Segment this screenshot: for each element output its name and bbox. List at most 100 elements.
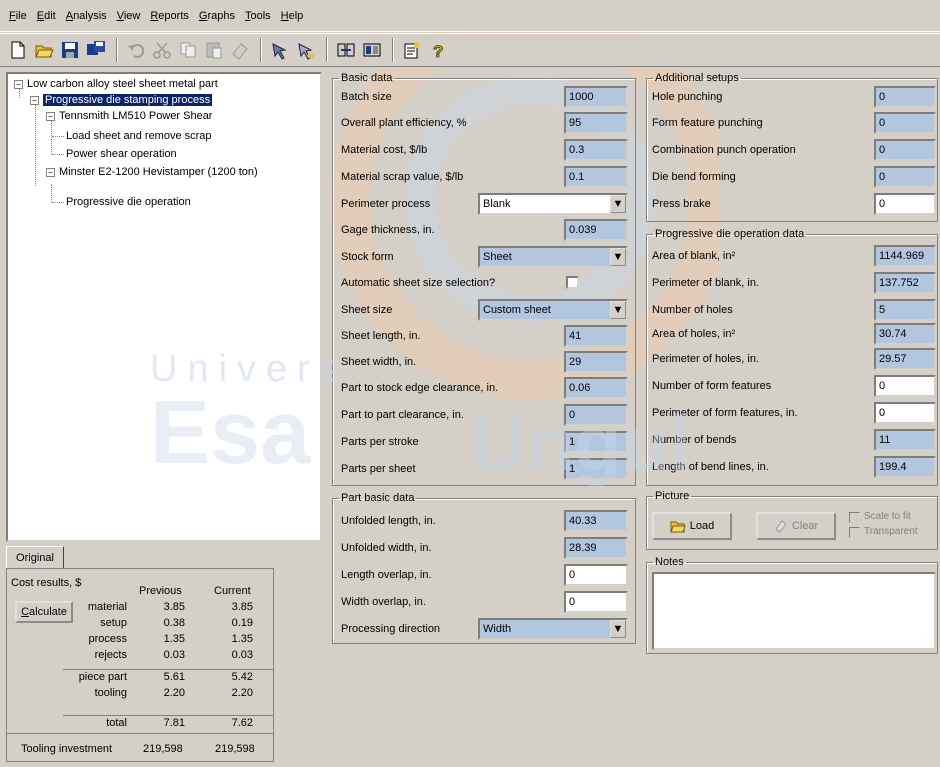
menu-file[interactable]: File [4,10,32,22]
tooling-investment-previous: 219,598 [143,743,183,755]
tree-op-load[interactable]: Load sheet and remove scrap [66,128,212,144]
pointer-tool-icon[interactable] [268,38,292,62]
save-as-icon[interactable] [84,38,108,62]
cost-row-previous: 0.03 [163,649,185,661]
compare-icon[interactable] [334,38,358,62]
area-of-blank-field[interactable]: 1144.969 [874,245,936,267]
calculate-button[interactable]: Calculate [15,601,73,623]
parts-per-sheet-field[interactable]: 1 [564,458,628,480]
width-overlap-field[interactable]: 0 [564,591,628,613]
auto-sheet-label: Automatic sheet size selection? [341,277,496,289]
batch-size-label: Batch size [341,91,392,103]
tree-connector [51,120,52,154]
collapse-icon[interactable]: − [14,79,23,89]
tree-machine-shear[interactable]: − Tennsmith LM510 Power Shear [46,108,212,124]
length-overlap-field[interactable]: 0 [564,564,628,586]
menu-reports[interactable]: Reports [145,10,194,22]
combination-punch-field[interactable]: 0 [874,139,936,161]
notes-textarea[interactable] [652,572,936,650]
chevron-down-icon[interactable]: ▼ [610,620,626,638]
tree-op-progressive[interactable]: Progressive die operation [66,194,191,210]
edge-clearance-field[interactable]: 0.06 [564,377,628,399]
menu-tools[interactable]: Tools [240,10,276,22]
clear-picture-button[interactable]: Clear [756,512,836,540]
perimeter-of-blank-label: Perimeter of blank, in. [652,277,759,289]
parts-per-stroke-field[interactable]: 1 [564,431,628,453]
save-icon[interactable] [58,38,82,62]
area-of-blank-label: Area of blank, in² [652,250,736,262]
sheet-width-field[interactable]: 29 [564,351,628,373]
chevron-down-icon[interactable]: ▼ [610,248,626,266]
tab-original[interactable]: Original [6,546,64,568]
form-feature-punching-field[interactable]: 0 [874,112,936,134]
processing-direction-select[interactable]: Width ▼ [478,618,628,640]
scrap-value-field[interactable]: 0.1 [564,166,628,188]
tree-op-shear[interactable]: Power shear operation [66,146,177,162]
collapse-icon[interactable]: − [46,167,55,177]
open-folder-icon [670,521,686,533]
batch-size-field[interactable]: 1000 [564,86,628,108]
divider [63,669,273,670]
cost-row-current: 0.19 [231,617,253,629]
number-of-bends-field[interactable]: 11 [874,429,936,451]
area-of-holes-field[interactable]: 30.74 [874,323,936,345]
hole-punching-field[interactable]: 0 [874,86,936,108]
cost-row-current: 0.03 [231,649,253,661]
process-tree: − Low carbon alloy steel sheet metal part… [6,72,322,542]
material-cost-field[interactable]: 0.3 [564,139,628,161]
eraser-icon[interactable] [228,38,252,62]
bend-length-field[interactable]: 199.4 [874,456,936,478]
perimeter-of-blank-field[interactable]: 137.752 [874,272,936,294]
chevron-down-icon[interactable]: ▼ [610,195,626,213]
number-of-holes-field[interactable]: 5 [874,299,936,321]
sheet-size-select[interactable]: Custom sheet ▼ [478,299,628,321]
tree-root[interactable]: − Low carbon alloy steel sheet metal part [14,76,218,92]
chevron-down-icon[interactable]: ▼ [610,301,626,319]
form-features-field[interactable]: 0 [874,375,936,397]
menu-edit[interactable]: Edit [32,10,61,22]
divider [63,715,273,716]
perimeter-process-select[interactable]: Blank ▼ [478,193,628,215]
open-folder-icon[interactable] [32,38,56,62]
hole-punching-label: Hole punching [652,91,723,103]
part-basic-data-legend: Part basic data [341,492,415,504]
menu-help[interactable]: Help [276,10,309,22]
menu-analysis[interactable]: Analysis [61,10,112,22]
menu-graphs[interactable]: Graphs [194,10,240,22]
cost-row-label: total [106,717,127,729]
unfolded-length-field[interactable]: 40.33 [564,510,628,532]
sheet-length-field[interactable]: 41 [564,325,628,347]
auto-sheet-checkbox[interactable] [566,276,579,289]
load-picture-button[interactable]: Load [652,512,732,540]
menu-view[interactable]: View [112,10,146,22]
undo-icon[interactable] [124,38,148,62]
copy-icon[interactable] [176,38,200,62]
scale-to-fit-checkbox[interactable] [849,512,860,523]
cut-icon[interactable] [150,38,174,62]
perimeter-of-holes-field[interactable]: 29.57 [874,348,936,370]
tree-connector [52,202,64,203]
properties-icon[interactable] [400,38,424,62]
paste-icon[interactable] [202,38,226,62]
help-icon[interactable]: ? [426,38,450,62]
part-clearance-field[interactable]: 0 [564,404,628,426]
stock-form-select[interactable]: Sheet ▼ [478,246,628,268]
transparent-checkbox[interactable] [849,527,860,538]
new-file-icon[interactable] [6,38,30,62]
cost-row-previous: 0.38 [163,617,185,629]
tree-machine-press[interactable]: − Minster E2-1200 Hevistamper (1200 ton) [46,164,258,180]
unfolded-width-field[interactable]: 28.39 [564,537,628,559]
collapse-icon[interactable]: − [46,111,55,121]
col-current-header: Current [214,585,251,597]
gage-field[interactable]: 0.039 [564,219,628,241]
form-features-label: Number of form features [652,380,772,392]
tree-process[interactable]: − Progressive die stamping process [30,92,213,108]
report-icon[interactable] [360,38,384,62]
press-brake-field[interactable]: 0 [874,193,936,215]
collapse-icon[interactable]: − [30,95,39,105]
die-bend-field[interactable]: 0 [874,166,936,188]
efficiency-field[interactable]: 95 [564,112,628,134]
perimeter-form-features-field[interactable]: 0 [874,402,936,424]
pointer-select-icon[interactable] [294,38,318,62]
eraser-icon [775,520,787,533]
